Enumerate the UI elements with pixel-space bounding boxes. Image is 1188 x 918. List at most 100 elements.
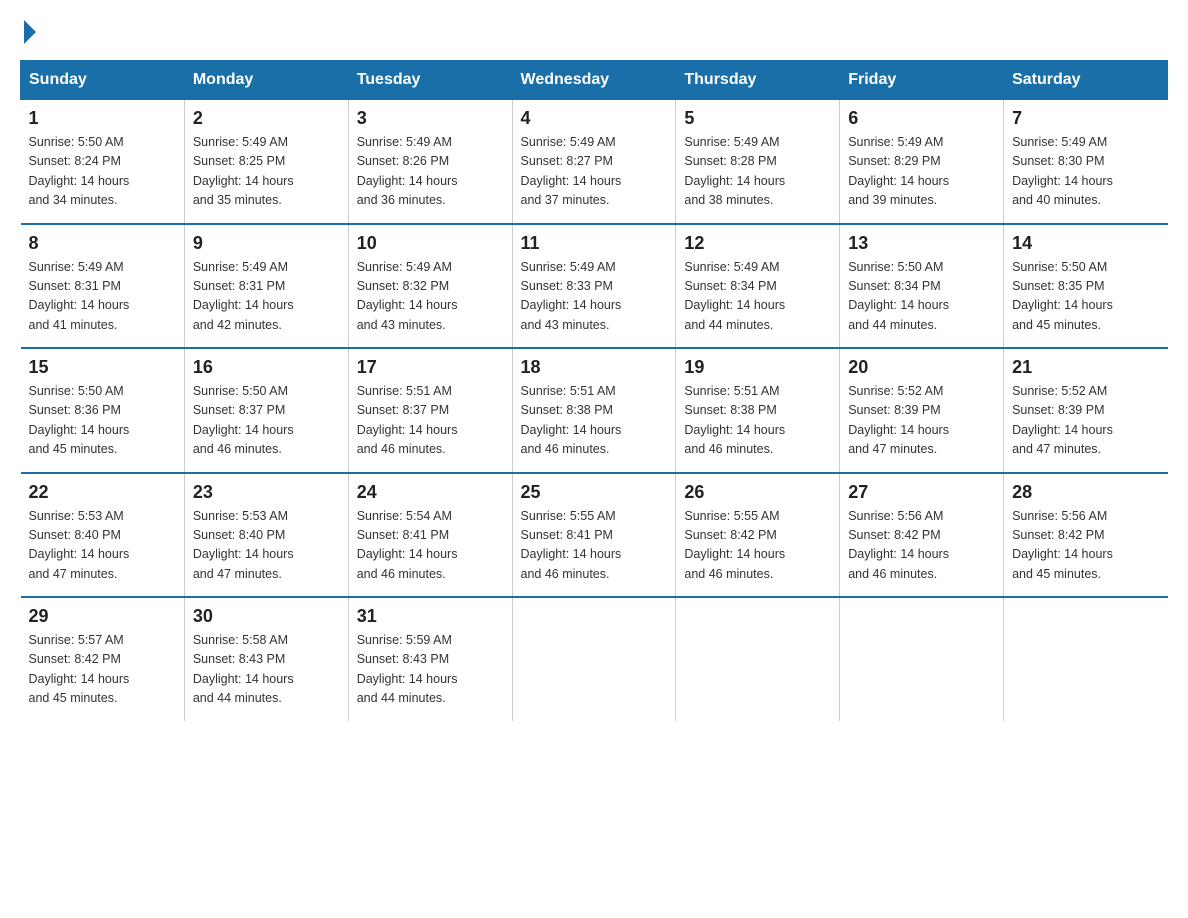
day-number: 18 bbox=[521, 357, 668, 378]
day-number: 4 bbox=[521, 108, 668, 129]
day-number: 10 bbox=[357, 233, 504, 254]
day-number: 5 bbox=[684, 108, 831, 129]
day-info: Sunrise: 5:49 AM Sunset: 8:32 PM Dayligh… bbox=[357, 258, 504, 336]
day-number: 17 bbox=[357, 357, 504, 378]
day-info: Sunrise: 5:49 AM Sunset: 8:29 PM Dayligh… bbox=[848, 133, 995, 211]
day-number: 3 bbox=[357, 108, 504, 129]
calendar-cell bbox=[1004, 597, 1168, 721]
day-number: 6 bbox=[848, 108, 995, 129]
calendar-header-row: SundayMondayTuesdayWednesdayThursdayFrid… bbox=[21, 61, 1168, 100]
day-info: Sunrise: 5:55 AM Sunset: 8:42 PM Dayligh… bbox=[684, 507, 831, 585]
calendar-cell: 22 Sunrise: 5:53 AM Sunset: 8:40 PM Dayl… bbox=[21, 473, 185, 598]
day-number: 29 bbox=[29, 606, 176, 627]
calendar-cell bbox=[840, 597, 1004, 721]
calendar-cell: 12 Sunrise: 5:49 AM Sunset: 8:34 PM Dayl… bbox=[676, 224, 840, 349]
logo bbox=[20, 20, 36, 40]
day-number: 30 bbox=[193, 606, 340, 627]
calendar-cell: 30 Sunrise: 5:58 AM Sunset: 8:43 PM Dayl… bbox=[184, 597, 348, 721]
calendar-table: SundayMondayTuesdayWednesdayThursdayFrid… bbox=[20, 60, 1168, 721]
day-number: 28 bbox=[1012, 482, 1159, 503]
day-info: Sunrise: 5:52 AM Sunset: 8:39 PM Dayligh… bbox=[848, 382, 995, 460]
calendar-cell: 18 Sunrise: 5:51 AM Sunset: 8:38 PM Dayl… bbox=[512, 348, 676, 473]
day-number: 24 bbox=[357, 482, 504, 503]
week-row-1: 1 Sunrise: 5:50 AM Sunset: 8:24 PM Dayli… bbox=[21, 100, 1168, 224]
day-number: 9 bbox=[193, 233, 340, 254]
calendar-cell bbox=[676, 597, 840, 721]
calendar-cell: 21 Sunrise: 5:52 AM Sunset: 8:39 PM Dayl… bbox=[1004, 348, 1168, 473]
day-info: Sunrise: 5:49 AM Sunset: 8:33 PM Dayligh… bbox=[521, 258, 668, 336]
calendar-cell: 28 Sunrise: 5:56 AM Sunset: 8:42 PM Dayl… bbox=[1004, 473, 1168, 598]
day-info: Sunrise: 5:50 AM Sunset: 8:35 PM Dayligh… bbox=[1012, 258, 1159, 336]
header-thursday: Thursday bbox=[676, 61, 840, 100]
day-info: Sunrise: 5:49 AM Sunset: 8:31 PM Dayligh… bbox=[29, 258, 176, 336]
calendar-cell: 17 Sunrise: 5:51 AM Sunset: 8:37 PM Dayl… bbox=[348, 348, 512, 473]
calendar-cell: 8 Sunrise: 5:49 AM Sunset: 8:31 PM Dayli… bbox=[21, 224, 185, 349]
day-number: 12 bbox=[684, 233, 831, 254]
calendar-cell: 5 Sunrise: 5:49 AM Sunset: 8:28 PM Dayli… bbox=[676, 100, 840, 224]
day-number: 13 bbox=[848, 233, 995, 254]
calendar-cell: 1 Sunrise: 5:50 AM Sunset: 8:24 PM Dayli… bbox=[21, 100, 185, 224]
week-row-2: 8 Sunrise: 5:49 AM Sunset: 8:31 PM Dayli… bbox=[21, 224, 1168, 349]
calendar-cell: 26 Sunrise: 5:55 AM Sunset: 8:42 PM Dayl… bbox=[676, 473, 840, 598]
day-number: 27 bbox=[848, 482, 995, 503]
day-info: Sunrise: 5:49 AM Sunset: 8:30 PM Dayligh… bbox=[1012, 133, 1159, 211]
day-number: 23 bbox=[193, 482, 340, 503]
calendar-cell: 13 Sunrise: 5:50 AM Sunset: 8:34 PM Dayl… bbox=[840, 224, 1004, 349]
day-info: Sunrise: 5:59 AM Sunset: 8:43 PM Dayligh… bbox=[357, 631, 504, 709]
week-row-5: 29 Sunrise: 5:57 AM Sunset: 8:42 PM Dayl… bbox=[21, 597, 1168, 721]
calendar-cell bbox=[512, 597, 676, 721]
day-number: 2 bbox=[193, 108, 340, 129]
week-row-4: 22 Sunrise: 5:53 AM Sunset: 8:40 PM Dayl… bbox=[21, 473, 1168, 598]
day-info: Sunrise: 5:49 AM Sunset: 8:31 PM Dayligh… bbox=[193, 258, 340, 336]
header-monday: Monday bbox=[184, 61, 348, 100]
day-number: 14 bbox=[1012, 233, 1159, 254]
day-number: 22 bbox=[29, 482, 176, 503]
calendar-cell: 27 Sunrise: 5:56 AM Sunset: 8:42 PM Dayl… bbox=[840, 473, 1004, 598]
calendar-cell: 23 Sunrise: 5:53 AM Sunset: 8:40 PM Dayl… bbox=[184, 473, 348, 598]
day-info: Sunrise: 5:49 AM Sunset: 8:27 PM Dayligh… bbox=[521, 133, 668, 211]
calendar-cell: 15 Sunrise: 5:50 AM Sunset: 8:36 PM Dayl… bbox=[21, 348, 185, 473]
day-info: Sunrise: 5:51 AM Sunset: 8:38 PM Dayligh… bbox=[521, 382, 668, 460]
calendar-cell: 10 Sunrise: 5:49 AM Sunset: 8:32 PM Dayl… bbox=[348, 224, 512, 349]
calendar-cell: 14 Sunrise: 5:50 AM Sunset: 8:35 PM Dayl… bbox=[1004, 224, 1168, 349]
calendar-cell: 11 Sunrise: 5:49 AM Sunset: 8:33 PM Dayl… bbox=[512, 224, 676, 349]
day-number: 31 bbox=[357, 606, 504, 627]
day-number: 19 bbox=[684, 357, 831, 378]
day-number: 15 bbox=[29, 357, 176, 378]
day-info: Sunrise: 5:53 AM Sunset: 8:40 PM Dayligh… bbox=[193, 507, 340, 585]
page-header bbox=[20, 20, 1168, 40]
day-info: Sunrise: 5:50 AM Sunset: 8:37 PM Dayligh… bbox=[193, 382, 340, 460]
day-info: Sunrise: 5:58 AM Sunset: 8:43 PM Dayligh… bbox=[193, 631, 340, 709]
day-number: 25 bbox=[521, 482, 668, 503]
calendar-cell: 9 Sunrise: 5:49 AM Sunset: 8:31 PM Dayli… bbox=[184, 224, 348, 349]
day-info: Sunrise: 5:49 AM Sunset: 8:28 PM Dayligh… bbox=[684, 133, 831, 211]
day-info: Sunrise: 5:51 AM Sunset: 8:37 PM Dayligh… bbox=[357, 382, 504, 460]
day-number: 8 bbox=[29, 233, 176, 254]
day-number: 11 bbox=[521, 233, 668, 254]
calendar-cell: 16 Sunrise: 5:50 AM Sunset: 8:37 PM Dayl… bbox=[184, 348, 348, 473]
day-info: Sunrise: 5:50 AM Sunset: 8:24 PM Dayligh… bbox=[29, 133, 176, 211]
calendar-cell: 20 Sunrise: 5:52 AM Sunset: 8:39 PM Dayl… bbox=[840, 348, 1004, 473]
calendar-cell: 3 Sunrise: 5:49 AM Sunset: 8:26 PM Dayli… bbox=[348, 100, 512, 224]
day-number: 20 bbox=[848, 357, 995, 378]
day-info: Sunrise: 5:51 AM Sunset: 8:38 PM Dayligh… bbox=[684, 382, 831, 460]
day-info: Sunrise: 5:53 AM Sunset: 8:40 PM Dayligh… bbox=[29, 507, 176, 585]
calendar-cell: 24 Sunrise: 5:54 AM Sunset: 8:41 PM Dayl… bbox=[348, 473, 512, 598]
day-info: Sunrise: 5:56 AM Sunset: 8:42 PM Dayligh… bbox=[1012, 507, 1159, 585]
logo-mark bbox=[20, 20, 36, 40]
calendar-cell: 29 Sunrise: 5:57 AM Sunset: 8:42 PM Dayl… bbox=[21, 597, 185, 721]
calendar-cell: 31 Sunrise: 5:59 AM Sunset: 8:43 PM Dayl… bbox=[348, 597, 512, 721]
logo-arrow-icon bbox=[24, 20, 36, 44]
header-friday: Friday bbox=[840, 61, 1004, 100]
day-number: 16 bbox=[193, 357, 340, 378]
calendar-cell: 7 Sunrise: 5:49 AM Sunset: 8:30 PM Dayli… bbox=[1004, 100, 1168, 224]
header-saturday: Saturday bbox=[1004, 61, 1168, 100]
calendar-cell: 19 Sunrise: 5:51 AM Sunset: 8:38 PM Dayl… bbox=[676, 348, 840, 473]
day-info: Sunrise: 5:52 AM Sunset: 8:39 PM Dayligh… bbox=[1012, 382, 1159, 460]
day-info: Sunrise: 5:49 AM Sunset: 8:26 PM Dayligh… bbox=[357, 133, 504, 211]
calendar-cell: 4 Sunrise: 5:49 AM Sunset: 8:27 PM Dayli… bbox=[512, 100, 676, 224]
day-info: Sunrise: 5:54 AM Sunset: 8:41 PM Dayligh… bbox=[357, 507, 504, 585]
day-info: Sunrise: 5:49 AM Sunset: 8:34 PM Dayligh… bbox=[684, 258, 831, 336]
day-info: Sunrise: 5:55 AM Sunset: 8:41 PM Dayligh… bbox=[521, 507, 668, 585]
week-row-3: 15 Sunrise: 5:50 AM Sunset: 8:36 PM Dayl… bbox=[21, 348, 1168, 473]
